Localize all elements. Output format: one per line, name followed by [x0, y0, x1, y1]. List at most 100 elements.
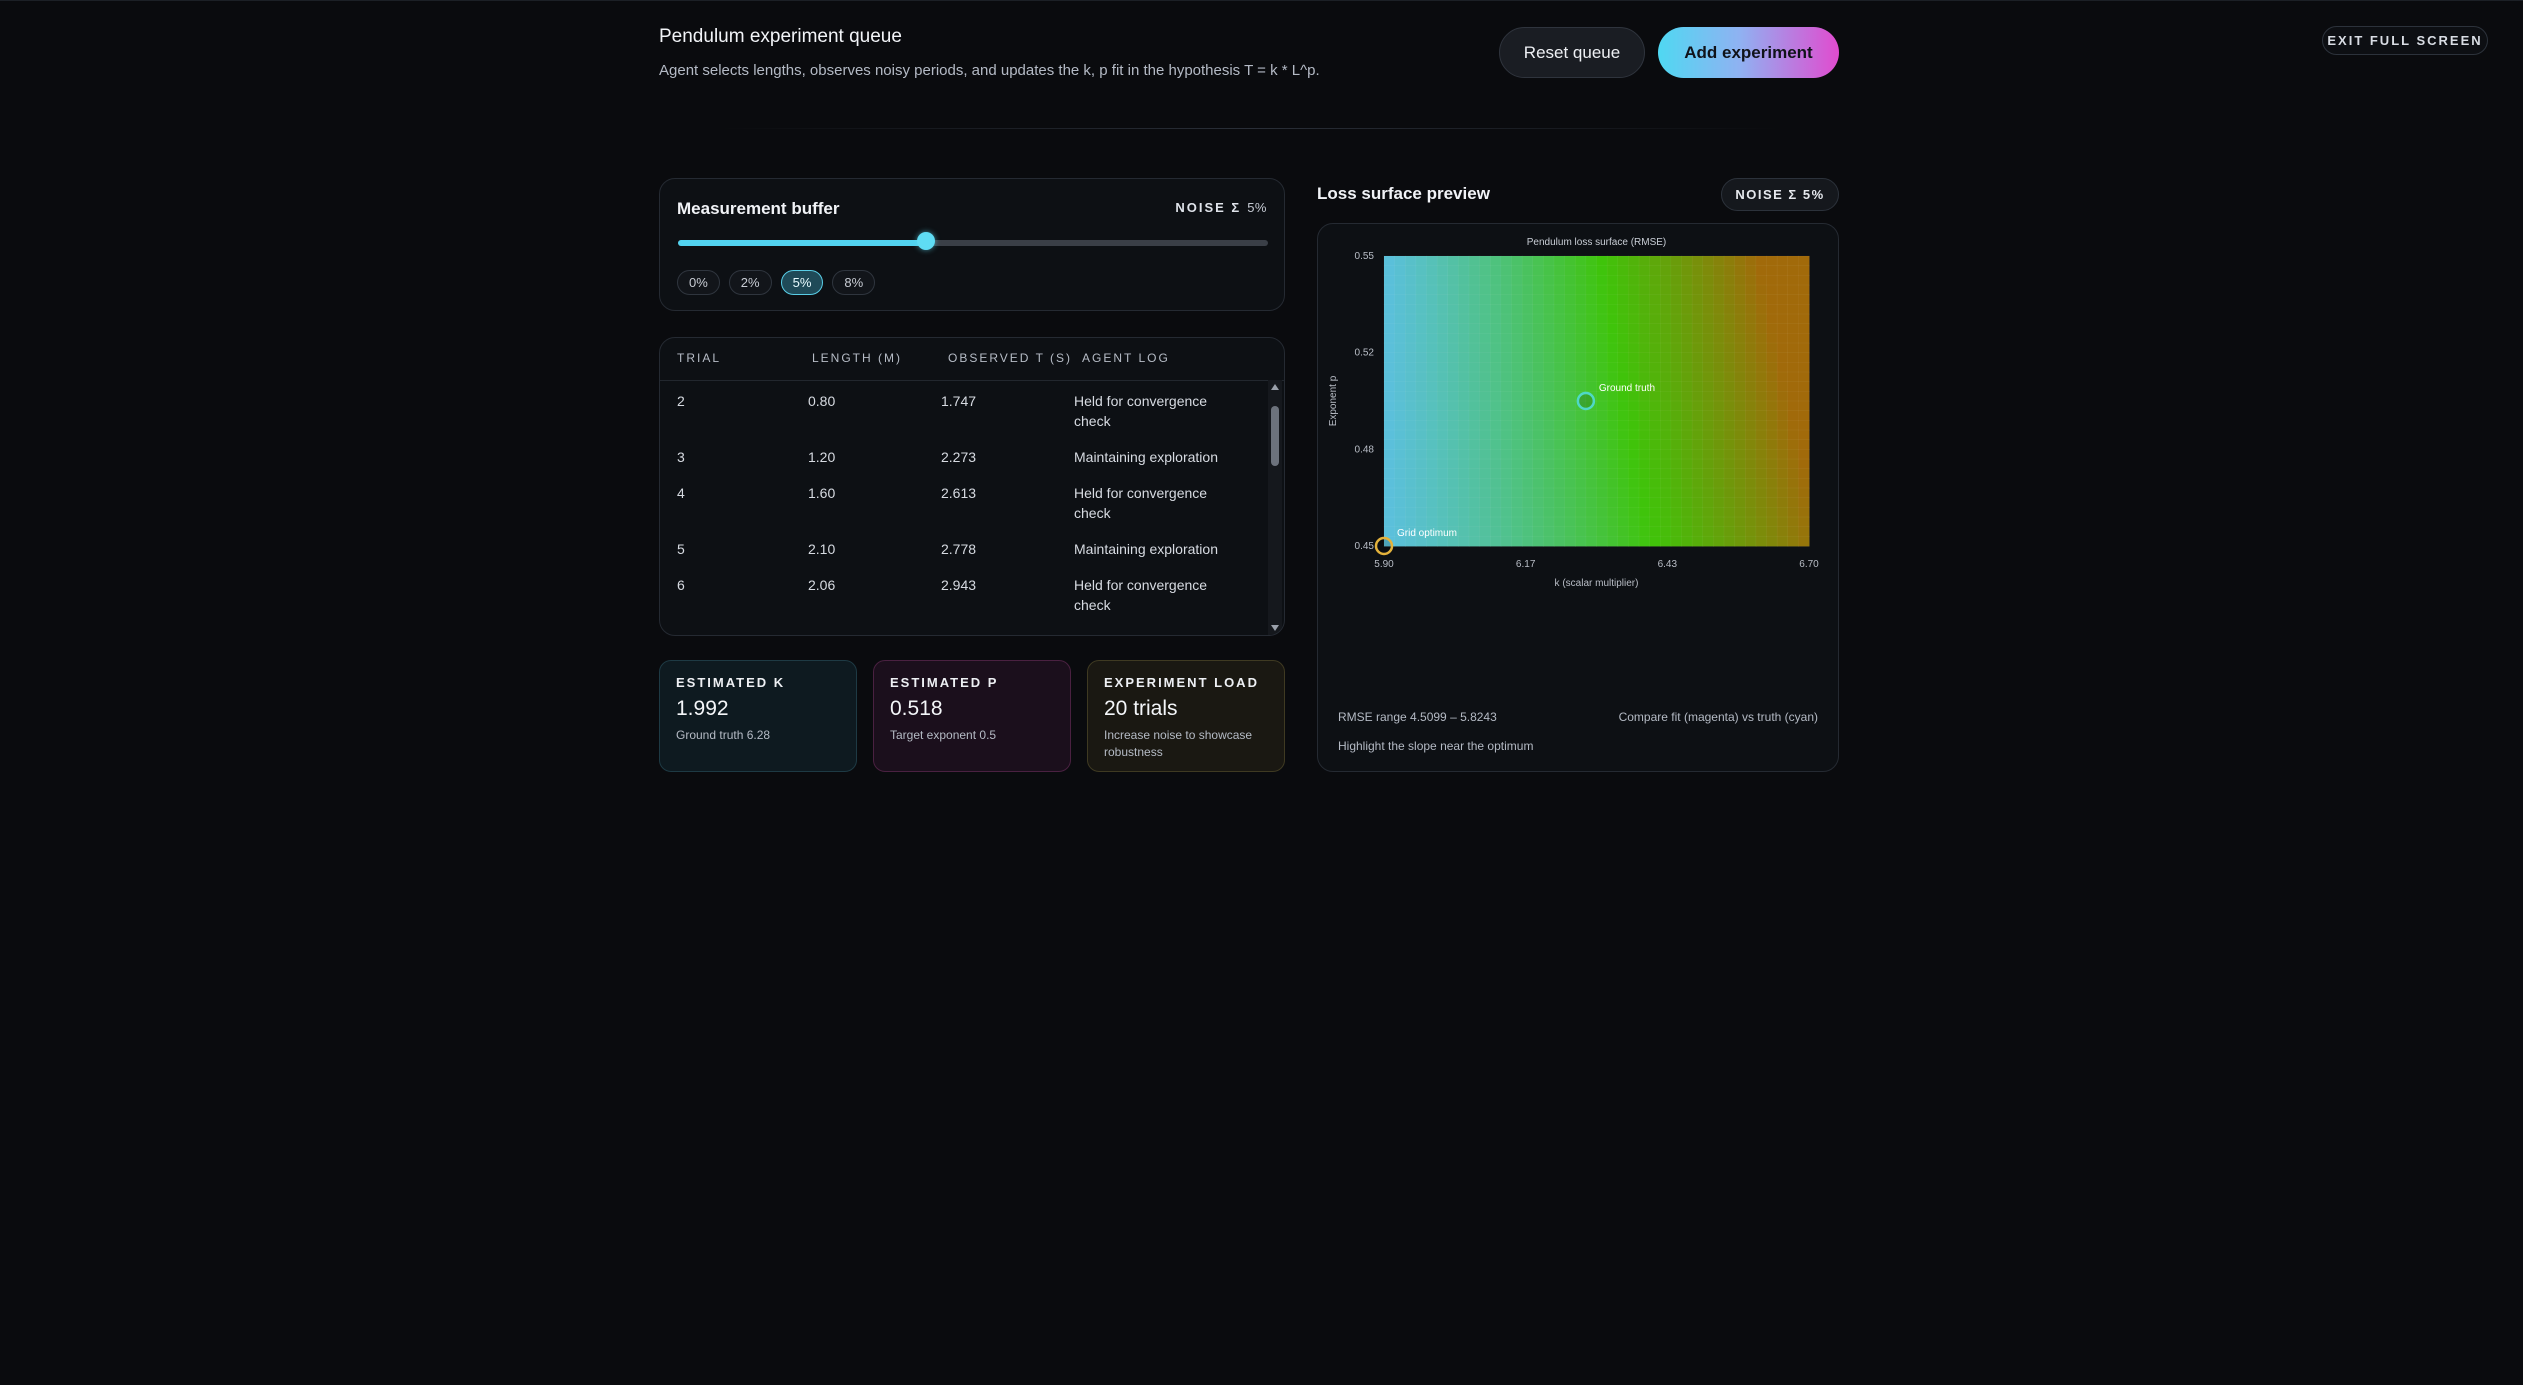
heatmap-cell	[1553, 439, 1566, 450]
heatmap-cell	[1532, 255, 1545, 267]
heatmap-cell	[1681, 410, 1693, 421]
column-header-length[interactable]: LENGTH (M)	[812, 351, 902, 365]
heatmap-cell	[1638, 536, 1651, 547]
heatmap-cell	[1585, 323, 1598, 334]
heatmap-cell	[1596, 516, 1608, 528]
heatmap-cell	[1575, 304, 1587, 315]
heatmap-cell	[1426, 294, 1438, 305]
heatmap-cell	[1649, 342, 1661, 354]
noise-slider-handle[interactable]	[916, 232, 935, 250]
exit-full-screen-button[interactable]: EXIT FULL SCREEN	[2322, 26, 2488, 55]
heatmap-cell	[1670, 526, 1683, 537]
heatmap-cell	[1702, 313, 1715, 325]
column-header-observed[interactable]: OBSERVED T (S)	[948, 351, 1072, 365]
measurement-buffer-panel: Measurement buffer NOISE Σ 5% 0% 2% 5% 8%	[659, 178, 1285, 311]
heatmap-cell	[1766, 362, 1778, 373]
heatmap-cell	[1776, 516, 1789, 528]
heatmap-cell	[1585, 342, 1598, 354]
heatmap-cell	[1596, 439, 1608, 450]
heatmap-cell	[1660, 265, 1672, 276]
heatmap-cell	[1723, 294, 1736, 305]
table-scrollbar[interactable]	[1268, 380, 1282, 635]
noise-slider-track[interactable]	[678, 240, 1268, 246]
heatmap-cell	[1702, 458, 1715, 470]
heatmap-cell	[1500, 478, 1513, 489]
x-tick-label: 5.90	[1374, 559, 1394, 570]
heatmap-cell	[1628, 304, 1640, 315]
heatmap-cell	[1713, 371, 1725, 383]
heatmap-cell	[1713, 497, 1725, 508]
heatmap-cell	[1734, 304, 1746, 315]
heatmap-cell	[1691, 323, 1704, 334]
heatmap-cell	[1532, 294, 1545, 305]
heatmap-cell	[1681, 371, 1693, 383]
heatmap-cell	[1479, 487, 1491, 499]
heatmap-cell	[1628, 313, 1640, 325]
column-header-trial[interactable]: TRIAL	[677, 351, 721, 365]
heatmap-cell	[1458, 410, 1470, 421]
heatmap-cell	[1447, 294, 1460, 305]
loss-surface-chart[interactable]: Pendulum loss surface (RMSE) 5.90 6.17 6.43…	[1318, 224, 1838, 694]
heatmap-cell	[1500, 439, 1513, 450]
add-experiment-button[interactable]: Add experiment	[1658, 27, 1839, 78]
heatmap-cell	[1734, 294, 1746, 305]
heatmap-cell	[1787, 487, 1800, 499]
cell-log: Held for convergence check	[1074, 577, 1208, 613]
heatmap-cell	[1543, 284, 1555, 296]
heatmap-cell	[1766, 420, 1778, 431]
heatmap-cell	[1394, 507, 1406, 518]
noise-chip[interactable]: 2%	[728, 270, 772, 295]
heatmap-cell	[1776, 536, 1789, 547]
heatmap-cell	[1383, 304, 1396, 315]
heatmap-cell	[1723, 526, 1736, 537]
heatmap-cell	[1660, 468, 1672, 479]
heatmap-cell	[1617, 294, 1630, 305]
scroll-down-icon[interactable]	[1271, 625, 1279, 631]
scroll-thumb[interactable]	[1271, 406, 1279, 466]
heatmap-cell	[1776, 497, 1789, 508]
heatmap-cell	[1660, 323, 1672, 334]
column-header-log[interactable]: AGENT LOG	[1082, 351, 1170, 365]
scroll-up-icon[interactable]	[1271, 384, 1279, 390]
reset-queue-button[interactable]: Reset queue	[1499, 27, 1645, 78]
heatmap-cell	[1415, 371, 1428, 383]
heatmap-cell	[1723, 342, 1736, 354]
heatmap-cell	[1713, 420, 1725, 431]
heatmap-cell	[1575, 313, 1587, 325]
heatmap-cell	[1638, 371, 1651, 383]
heatmap-cell	[1500, 429, 1513, 441]
heatmap-cell	[1479, 497, 1491, 508]
heatmap-cell	[1660, 313, 1672, 325]
heatmap-cell	[1745, 468, 1757, 479]
heatmap-cell	[1606, 400, 1619, 412]
heatmap-cell	[1617, 449, 1630, 460]
heatmap-cell	[1628, 536, 1640, 547]
heatmap-cell	[1606, 420, 1619, 431]
marker-label: Grid optimum	[1397, 528, 1457, 539]
heatmap-cell	[1436, 381, 1449, 392]
heatmap-cell	[1394, 275, 1406, 286]
noise-chip[interactable]: 0%	[677, 270, 720, 295]
heatmap-cell	[1776, 468, 1789, 479]
heatmap-cell	[1521, 391, 1534, 402]
x-tick-label: 6.43	[1658, 559, 1678, 570]
heatmap-cell	[1702, 391, 1715, 402]
heatmap-cell	[1617, 265, 1630, 276]
heatmap-cell	[1638, 323, 1651, 334]
heatmap-cell	[1532, 507, 1545, 518]
heatmap-cell	[1745, 458, 1757, 470]
heatmap-cell	[1436, 284, 1449, 296]
heatmap-cell	[1500, 526, 1513, 537]
heatmap-cell	[1702, 526, 1715, 537]
heatmap-cell	[1405, 439, 1417, 450]
noise-chip[interactable]: 5%	[780, 270, 824, 295]
noise-chip[interactable]: 8%	[832, 270, 876, 295]
heatmap-cell	[1628, 333, 1640, 344]
heatmap-cell	[1479, 342, 1491, 354]
heatmap-cell	[1553, 313, 1566, 325]
heatmap-cell	[1458, 313, 1470, 325]
heatmap-cell	[1660, 497, 1672, 508]
heatmap-cell	[1691, 342, 1704, 354]
heatmap-cell	[1468, 255, 1481, 267]
heatmap-cell	[1458, 371, 1470, 383]
